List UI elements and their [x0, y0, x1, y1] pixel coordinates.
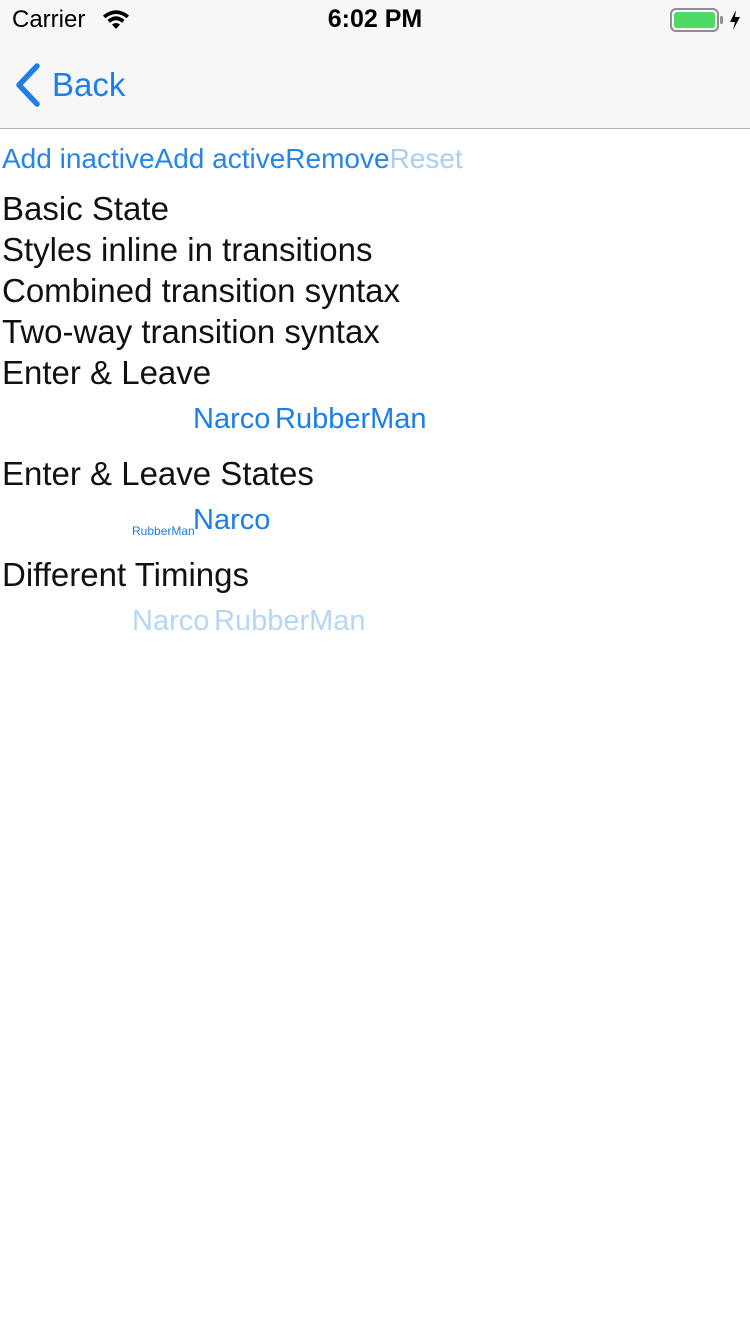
enter-leave-states-demo: RubberMan Narco: [0, 494, 750, 554]
different-timings-demo: Narco RubberMan: [0, 595, 750, 655]
back-button[interactable]: Back: [14, 62, 125, 108]
add-inactive-button[interactable]: Add inactive: [2, 143, 155, 175]
chevron-left-icon: [16, 63, 40, 107]
section-two-way-syntax: Two-way transition syntax: [2, 313, 380, 350]
hero-narco: Narco: [193, 504, 271, 536]
transition-demos: Basic State Styles inline in transitions…: [0, 188, 750, 655]
hero-rubberman: RubberMan: [275, 403, 427, 435]
status-bar: Carrier 6:02 PM: [0, 0, 750, 40]
section-different-timings: Different Timings: [2, 556, 249, 593]
reset-button[interactable]: Reset: [390, 143, 463, 175]
navigation-bar: Carrier 6:02 PM Back: [0, 0, 750, 129]
remove-button[interactable]: Remove: [285, 143, 389, 175]
section-enter-leave: Enter & Leave: [2, 354, 212, 391]
enter-leave-demo: Narco RubberMan: [0, 393, 750, 453]
hero-narco: Narco: [132, 605, 210, 637]
hero-narco: Narco: [193, 403, 271, 435]
section-combined-syntax: Combined transition syntax: [2, 272, 401, 309]
hero-rubberman: RubberMan: [214, 605, 366, 637]
battery-icon: [670, 8, 723, 32]
add-active-button[interactable]: Add active: [155, 143, 286, 175]
hero-rubberman-small: RubberMan: [132, 524, 195, 538]
section-basic-state: Basic State: [2, 190, 169, 227]
section-styles-inline: Styles inline in transitions: [2, 231, 373, 268]
clock: 6:02 PM: [327, 5, 423, 33]
toolbar: Add inactive Add active Remove Reset: [2, 140, 463, 178]
section-enter-leave-states: Enter & Leave States: [2, 455, 314, 492]
charging-bolt-icon: [730, 10, 740, 30]
back-button-label: Back: [52, 66, 126, 103]
